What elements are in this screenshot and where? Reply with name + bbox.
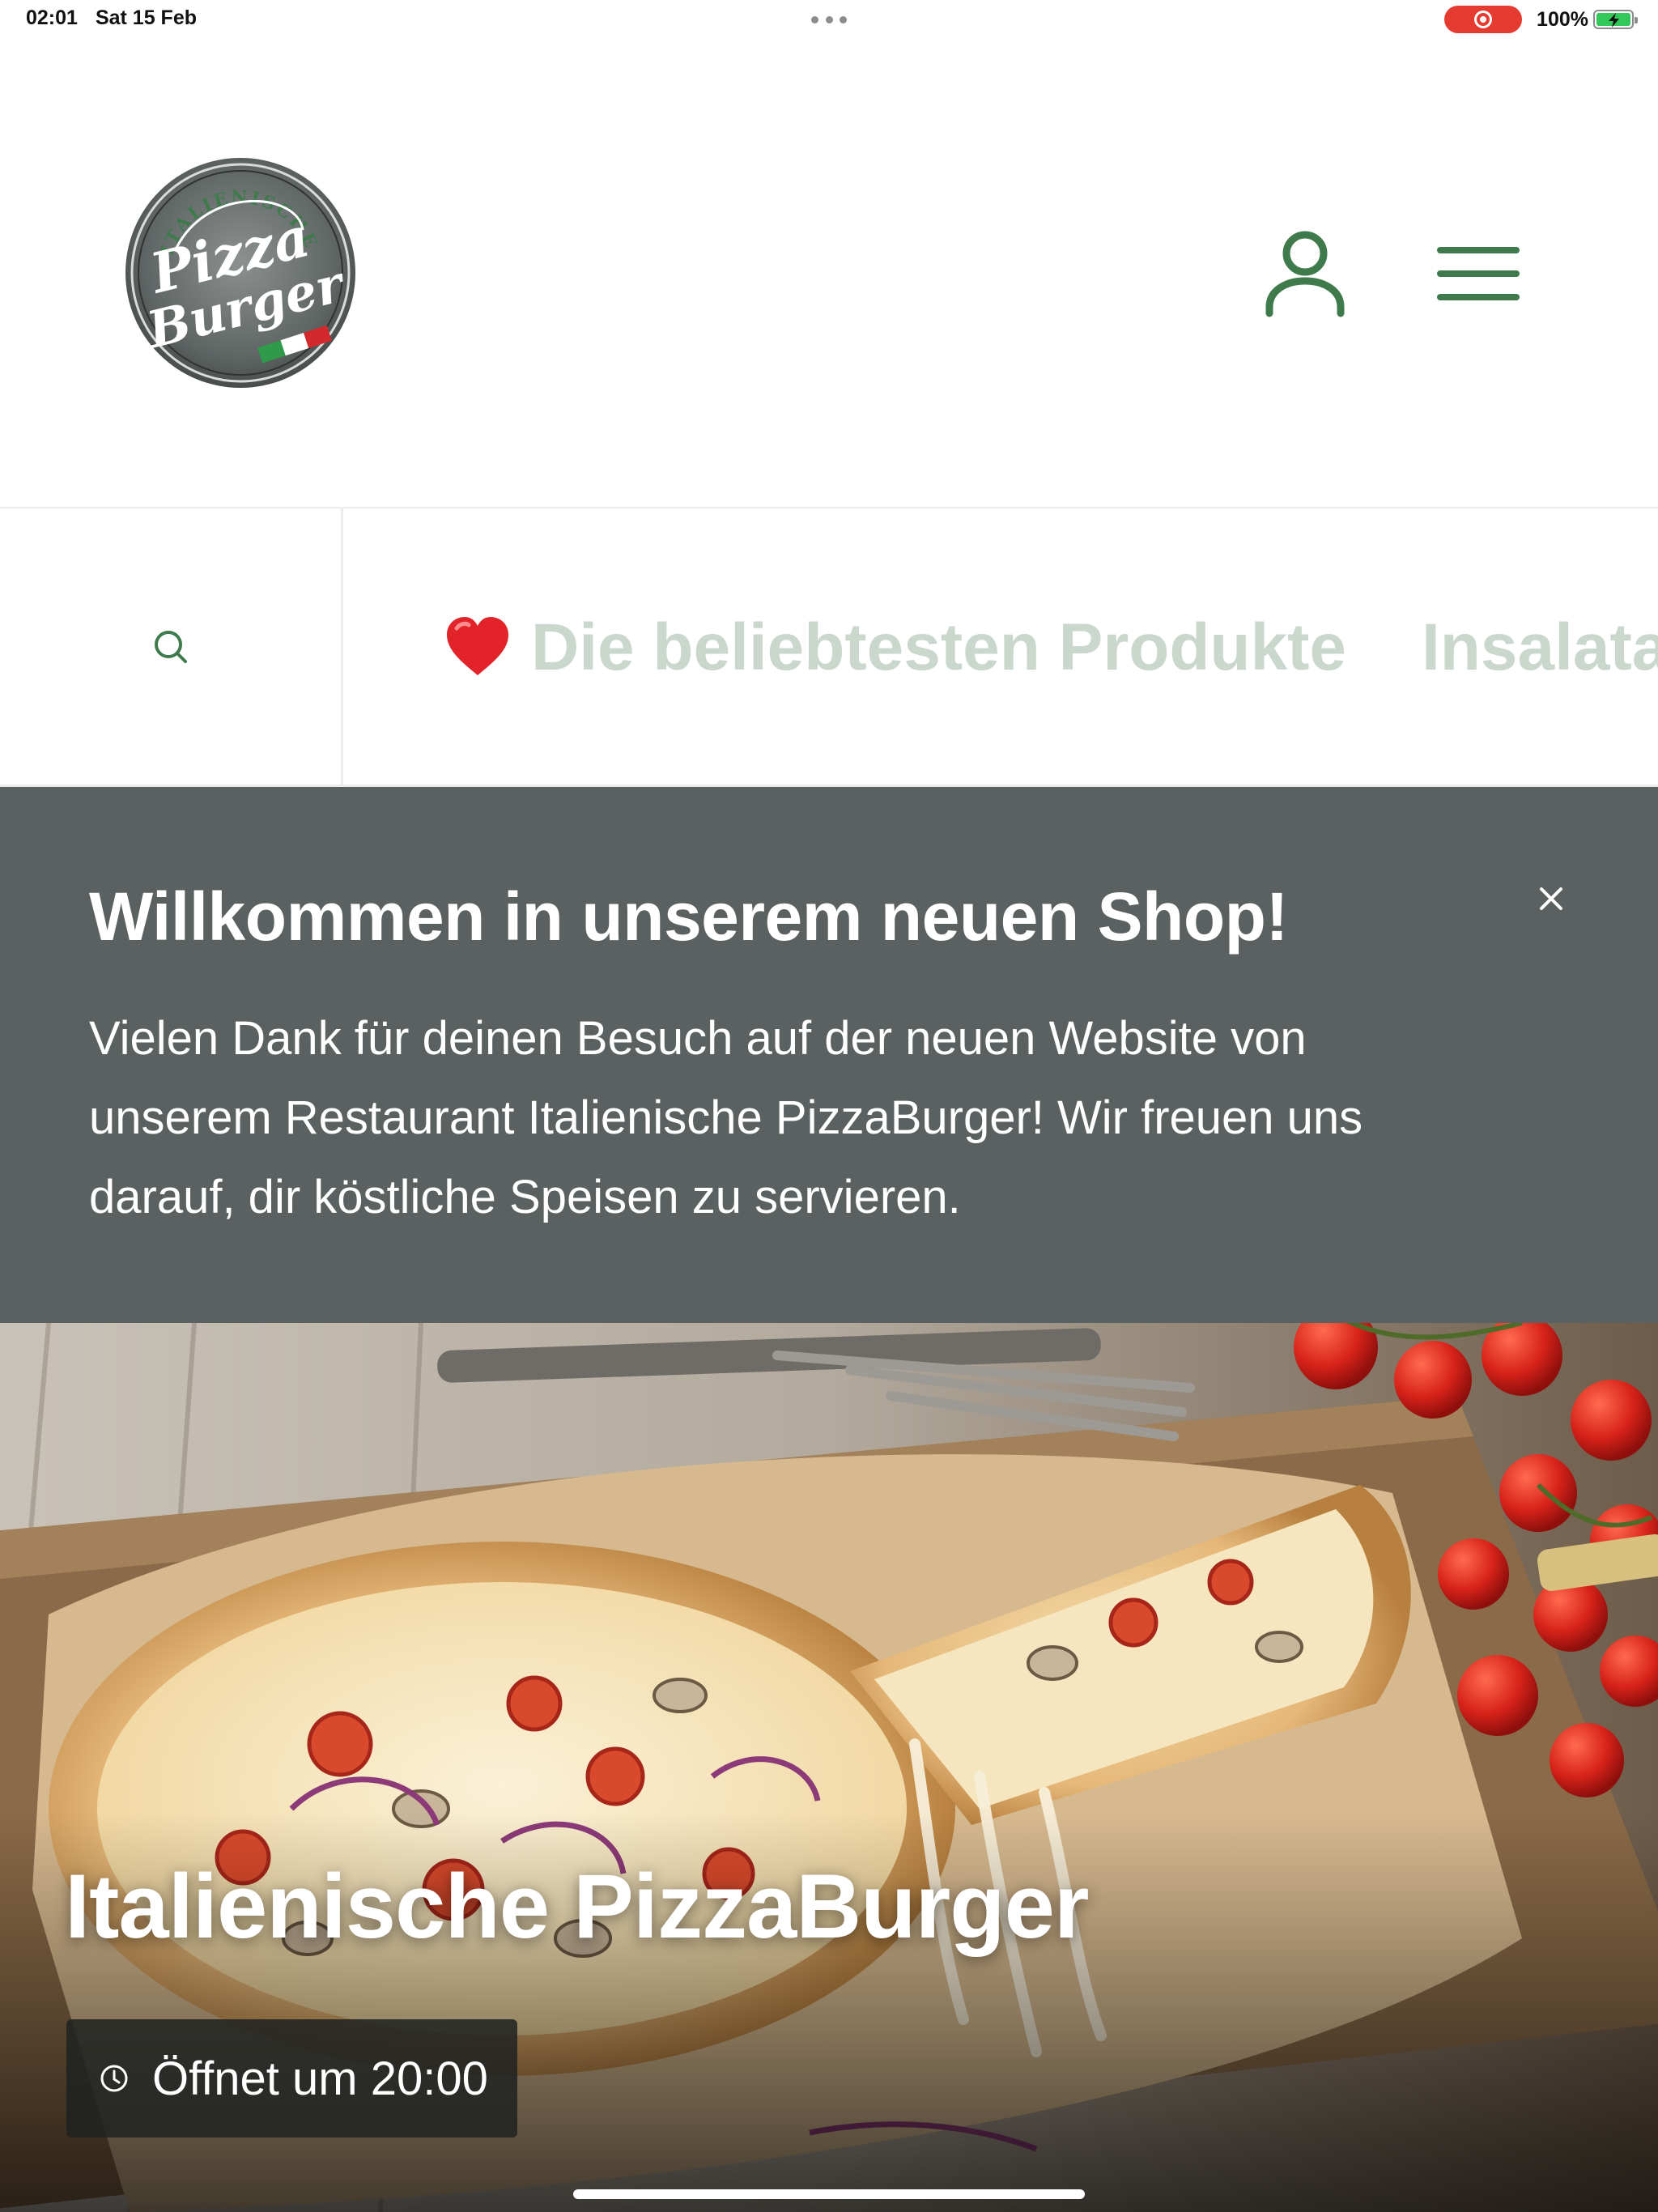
heart-icon [447,617,508,675]
welcome-line: darauf, dir köstliche Speisen zu servier… [89,1171,961,1223]
welcome-banner: Willkommen in unserem neuen Shop! Vielen… [0,787,1658,1323]
welcome-message: Vielen Dank für deinen Besuch auf der ne… [89,999,1530,1237]
status-bar: 02:01 Sat 15 Feb 100% [0,0,1658,39]
user-icon [1265,231,1345,317]
status-indicators: 100% [1444,5,1638,34]
status-time: 02:01 [26,6,78,29]
opening-status-text: Öffnet um 20:00 [152,2052,488,2105]
close-banner-button[interactable] [1530,878,1572,920]
screen-recording-icon[interactable] [1444,6,1523,33]
status-clock: 02:01 Sat 15 Feb [26,6,215,30]
restaurant-logo[interactable]: ITALIENISCHE Pizza Burger [120,152,361,393]
category-item-insalata[interactable]: Insalata [1422,609,1658,687]
battery-percentage: 100% [1537,7,1588,31]
opening-hours-badge[interactable]: Öffnet um 20:00 [66,2019,517,2138]
welcome-line: unserem Restaurant Italienische PizzaBur… [89,1091,1363,1144]
restaurant-name: Italienische PizzaBurger [65,1856,1089,1957]
welcome-title: Willkommen in unserem neuen Shop! [89,878,1288,955]
hero-section: Italienische PizzaBurger Öffnet um 20:00 [0,1323,1658,2212]
category-label: Insalata [1422,610,1658,684]
account-button[interactable] [1258,225,1352,322]
menu-button[interactable] [1433,235,1524,313]
battery-icon [1593,10,1638,29]
multitasking-dots-icon[interactable] [811,16,847,23]
category-nav: Die beliebtesten Produkte Insalata [0,507,1658,787]
search-button[interactable] [0,508,343,785]
home-indicator[interactable] [573,2189,1085,2199]
category-track[interactable]: Die beliebtesten Produkte Insalata [343,508,1658,785]
status-date: Sat 15 Feb [95,6,198,29]
category-label: Die beliebtesten Produkte [531,610,1347,684]
category-item-popular[interactable]: Die beliebtesten Produkte [444,609,1346,687]
welcome-line: Vielen Dank für deinen Besuch auf der ne… [89,1012,1307,1065]
hamburger-menu-icon [1437,247,1520,300]
clock-icon [100,2065,128,2092]
close-icon [1540,887,1562,910]
search-icon [154,630,187,663]
